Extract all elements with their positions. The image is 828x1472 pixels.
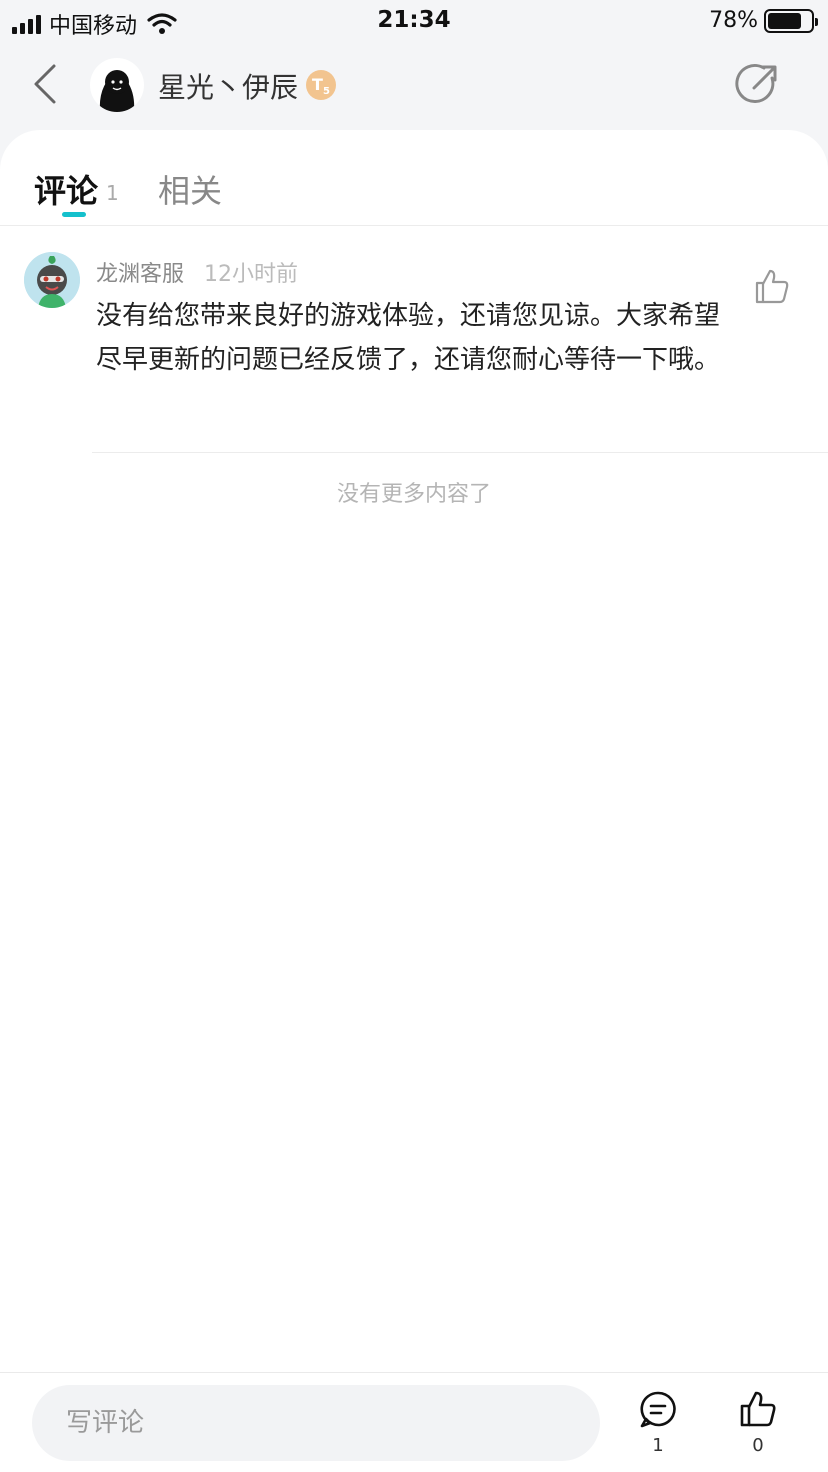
status-right: 78% [709,8,818,33]
commenter-name[interactable]: 龙渊客服 [96,256,184,288]
comment-divider [92,452,828,453]
comments-button[interactable]: 1 [628,1389,688,1456]
comment-text: 没有给您带来良好的游戏体验，还请您见谅。大家希望尽早更新的问题已经反馈了，还请您… [96,301,721,375]
tab-comments-label: 评论 [34,172,99,210]
back-icon[interactable] [28,62,64,106]
comment-item: 龙渊客服 12小时前 没有给您带来良好的游戏体验，还请您见谅。大家希望尽早更新的… [0,226,828,452]
comment-like-icon[interactable] [752,266,792,306]
tab-comments[interactable]: 评论 1 [34,166,119,212]
end-of-list-text: 没有更多内容了 [336,482,491,507]
status-bar: 中国移动 21:34 78% [0,0,828,42]
battery-icon [764,8,818,33]
tab-comments-count: 1 [106,181,119,205]
bottom-bar: 1 0 [0,1372,828,1472]
thumbs-up-icon [740,1391,776,1427]
battery-percent: 78% [709,8,758,33]
avatar-figure-icon [99,70,135,112]
level-badge: T5 [306,70,336,100]
comment-count: 1 [652,1435,664,1456]
level-badge-letter: T [312,75,323,94]
tab-related[interactable]: 相关 [158,166,222,212]
comment-time: 12小时前 [204,262,298,287]
like-count: 0 [752,1435,764,1456]
write-comment-input[interactable] [32,1385,600,1461]
comment-bubble-icon [640,1391,676,1428]
tab-active-indicator [62,212,86,217]
author-avatar[interactable] [90,58,144,112]
avatar-character-icon [24,252,80,308]
nav-header: 星光丶伊辰 T5 [0,42,828,132]
like-button[interactable]: 0 [728,1389,788,1456]
commenter-avatar[interactable] [24,252,80,308]
share-icon[interactable] [734,62,780,108]
author-name[interactable]: 星光丶伊辰 [158,66,298,106]
status-time: 21:34 [377,7,451,33]
tab-bar: 评论 1 相关 [0,130,828,226]
battery-fill [768,12,801,29]
level-badge-number: 5 [322,86,330,98]
content-card: 评论 1 相关 龙渊客服 12小时前 没有给您带来良好的游戏体验，还请您见谅。大家… [0,130,828,1372]
